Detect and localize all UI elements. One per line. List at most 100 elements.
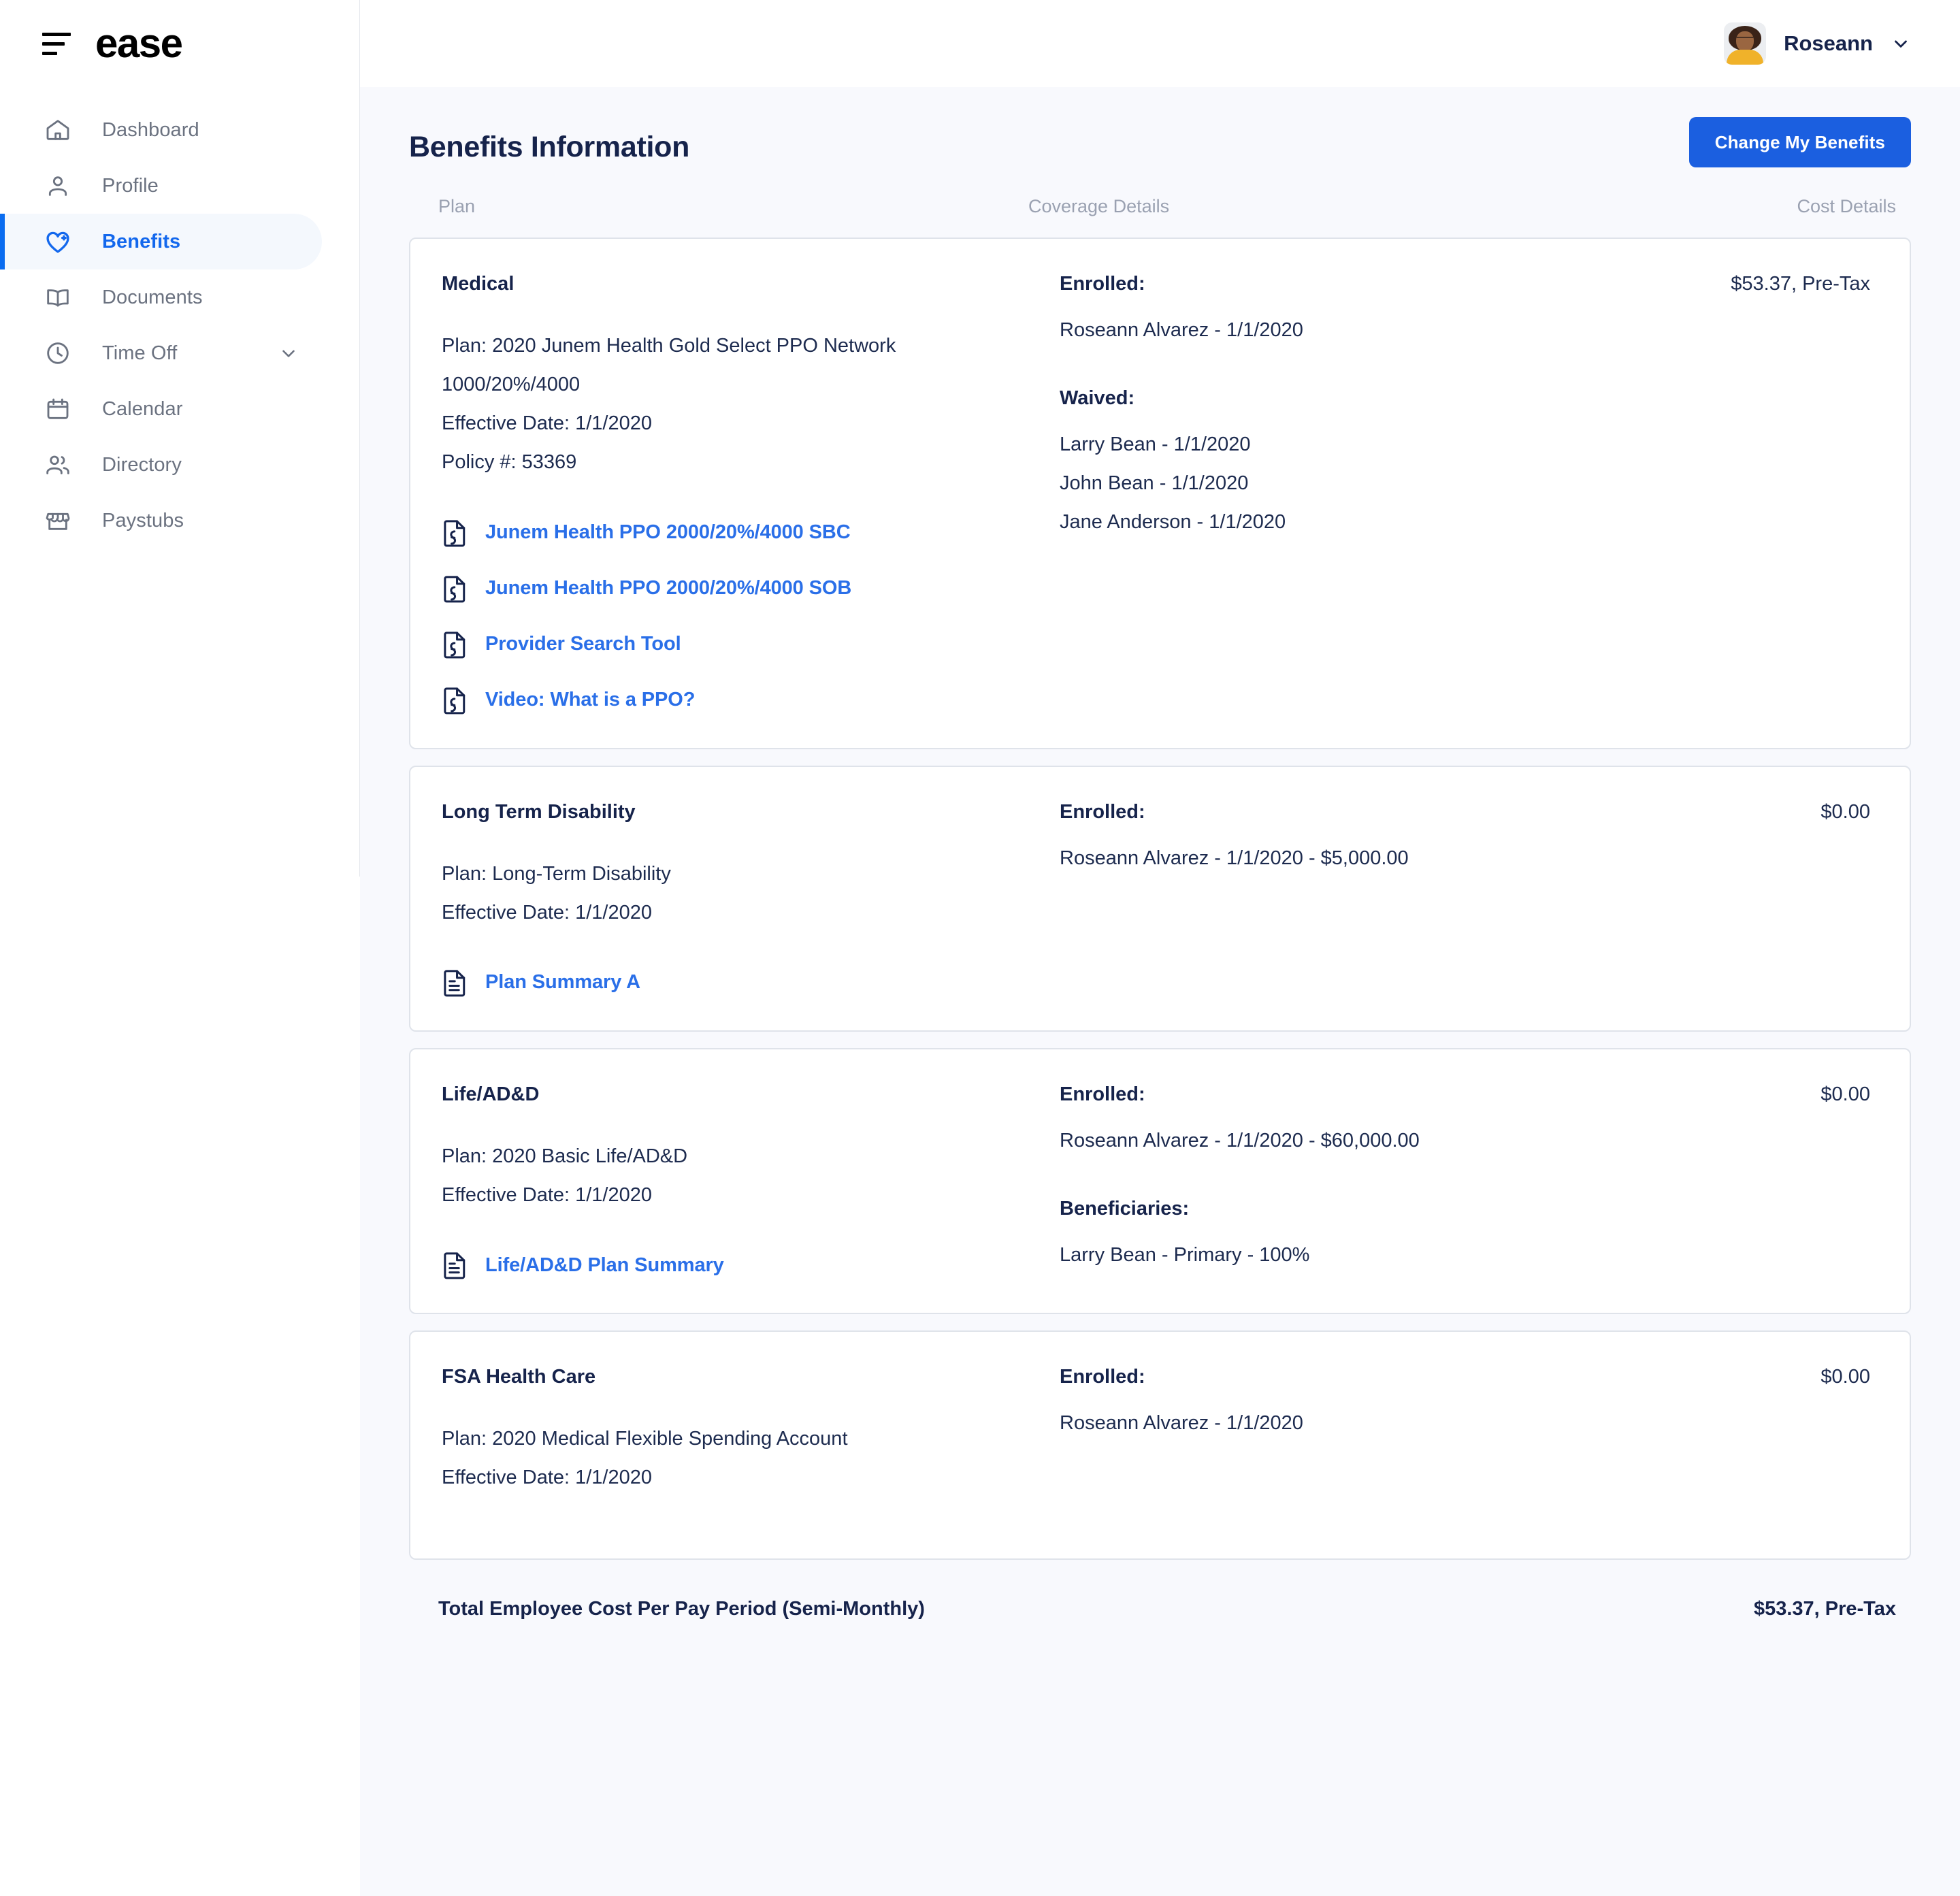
sidebar-item-dashboard[interactable]: Dashboard [0,102,322,158]
document-link-label: Junem Health PPO 2000/20%/4000 SOB [485,577,851,600]
document-link[interactable]: Junem Health PPO 2000/20%/4000 SBC [442,518,1060,548]
main-area: Roseann Benefits Information Change My B… [360,0,1960,1896]
sidebar-item-label: Documents [102,287,203,309]
plan-detail: Effective Date: 1/1/2020 [442,404,1060,443]
total-cost-value: $53.37, Pre-Tax [1754,1598,1896,1620]
column-header-plan: Plan [409,196,1028,217]
plan-card-medical: Medical Plan: 2020 Junem Health Gold Sel… [409,238,1911,749]
plan-column: Long Term Disability Plan: Long-Term Dis… [442,801,1060,998]
column-header-cost: Cost Details [1797,196,1911,217]
document-link[interactable]: Plan Summary A [442,968,1060,998]
plan-column: FSA Health Care Plan: 2020 Medical Flexi… [442,1366,1060,1497]
heart-plus-icon [42,226,74,257]
document-link[interactable]: Video: What is a PPO? [442,685,1060,715]
sidebar-nav: Dashboard Profile Bene [0,102,360,549]
sidebar-item-label: Time Off [102,342,177,365]
document-link-label: Plan Summary A [485,971,640,994]
document-link[interactable]: Junem Health PPO 2000/20%/4000 SOB [442,574,1060,604]
plan-card-fsa-health-care: FSA Health Care Plan: 2020 Medical Flexi… [409,1330,1911,1560]
plan-cost: $0.00 [1652,801,1870,823]
sidebar-item-paystubs[interactable]: Paystubs [0,493,322,549]
coverage-group-title: Waived: [1060,387,1652,410]
coverage-row: Roseann Alvarez - 1/1/2020 [1060,1404,1652,1443]
document-link-label: Provider Search Tool [485,633,681,655]
column-headers: Plan Coverage Details Cost Details [409,196,1911,217]
coverage-row: Larry Bean - 1/1/2020 [1060,425,1652,464]
brand-logo[interactable]: ease [95,23,182,64]
plan-name: Long Term Disability [442,801,1060,823]
coverage-row: Roseann Alvarez - 1/1/2020 [1060,311,1652,350]
document-link-label: Video: What is a PPO? [485,689,695,711]
document-link-icon [442,518,469,548]
coverage-row: Larry Bean - Primary - 100% [1060,1236,1652,1275]
sidebar-item-benefits[interactable]: Benefits [0,214,322,269]
sidebar-item-time-off[interactable]: Time Off [0,325,322,381]
coverage-group: Enrolled: Roseann Alvarez - 1/1/2020 [1060,273,1652,350]
coverage-row: John Bean - 1/1/2020 [1060,464,1652,503]
coverage-column: Enrolled: Roseann Alvarez - 1/1/2020 - $… [1060,801,1652,998]
user-name: Roseann [1784,31,1873,56]
plan-detail: Policy #: 53369 [442,443,1060,482]
top-bar: Roseann [360,0,1960,87]
chevron-down-icon[interactable] [1891,33,1911,54]
plan-name: FSA Health Care [442,1366,1060,1388]
coverage-group: Enrolled: Roseann Alvarez - 1/1/2020 - $… [1060,1083,1652,1160]
plan-detail: Effective Date: 1/1/2020 [442,1458,1060,1497]
chevron-down-icon[interactable] [278,343,299,363]
plan-cost: $53.37, Pre-Tax [1652,273,1870,295]
document-links: Life/AD&D Plan Summary [442,1250,1060,1280]
coverage-group-title: Enrolled: [1060,1366,1652,1388]
coverage-row: Roseann Alvarez - 1/1/2020 - $5,000.00 [1060,839,1652,878]
document-link[interactable]: Life/AD&D Plan Summary [442,1250,1060,1280]
coverage-column: Enrolled: Roseann Alvarez - 1/1/2020 Wai… [1060,273,1652,715]
sidebar-item-label: Profile [102,175,159,197]
coverage-group-title: Beneficiaries: [1060,1198,1652,1220]
clock-icon [42,338,74,369]
coverage-column: Enrolled: Roseann Alvarez - 1/1/2020 [1060,1366,1652,1497]
document-link-label: Junem Health PPO 2000/20%/4000 SBC [485,521,851,544]
hamburger-icon[interactable] [42,32,71,55]
document-link-label: Life/AD&D Plan Summary [485,1254,724,1277]
coverage-column: Enrolled: Roseann Alvarez - 1/1/2020 - $… [1060,1083,1652,1280]
coverage-group: Waived: Larry Bean - 1/1/2020 John Bean … [1060,387,1652,542]
coverage-group: Beneficiaries: Larry Bean - Primary - 10… [1060,1198,1652,1275]
document-links: Plan Summary A [442,968,1060,998]
content-area: Benefits Information Change My Benefits … [360,87,1960,1896]
brand-header: ease [0,0,360,87]
plan-name: Medical [442,273,1060,295]
storefront-icon [42,505,74,536]
cost-column: $53.37, Pre-Tax [1652,273,1870,715]
calendar-icon [42,393,74,425]
users-icon [42,449,74,480]
user-menu[interactable]: Roseann [1724,22,1911,65]
coverage-group-title: Enrolled: [1060,801,1652,823]
plan-column: Medical Plan: 2020 Junem Health Gold Sel… [442,273,1060,715]
sidebar-item-label: Benefits [102,231,180,253]
change-my-benefits-button[interactable]: Change My Benefits [1689,117,1911,167]
page-title: Benefits Information [409,117,689,164]
app-root: ease Dashboard Pro [0,0,1960,1896]
page-header: Benefits Information Change My Benefits [409,87,1911,167]
plan-column: Life/AD&D Plan: 2020 Basic Life/AD&D Eff… [442,1083,1060,1280]
plan-detail: Plan: 2020 Basic Life/AD&D [442,1137,1060,1176]
sidebar: ease Dashboard Pro [0,0,360,1896]
total-cost-label: Total Employee Cost Per Pay Period (Semi… [438,1598,925,1620]
user-icon [42,170,74,201]
spacer [1060,350,1652,387]
sidebar-item-calendar[interactable]: Calendar [0,381,322,437]
plan-detail: 1000/20%/4000 [442,365,1060,404]
plan-detail: Plan: 2020 Medical Flexible Spending Acc… [442,1420,1060,1458]
plan-detail: Plan: Long-Term Disability [442,855,1060,894]
document-links: Junem Health PPO 2000/20%/4000 SBC June [442,518,1060,715]
cost-column: $0.00 [1652,801,1870,998]
plan-detail: Effective Date: 1/1/2020 [442,894,1060,932]
document-link[interactable]: Provider Search Tool [442,630,1060,659]
sidebar-item-profile[interactable]: Profile [0,158,322,214]
plan-card-long-term-disability: Long Term Disability Plan: Long-Term Dis… [409,766,1911,1032]
sidebar-item-label: Calendar [102,398,183,421]
sidebar-item-directory[interactable]: Directory [0,437,322,493]
plan-detail: Plan: 2020 Junem Health Gold Select PPO … [442,327,1060,365]
coverage-group-title: Enrolled: [1060,273,1652,295]
sidebar-item-label: Paystubs [102,510,184,532]
sidebar-item-documents[interactable]: Documents [0,269,322,325]
